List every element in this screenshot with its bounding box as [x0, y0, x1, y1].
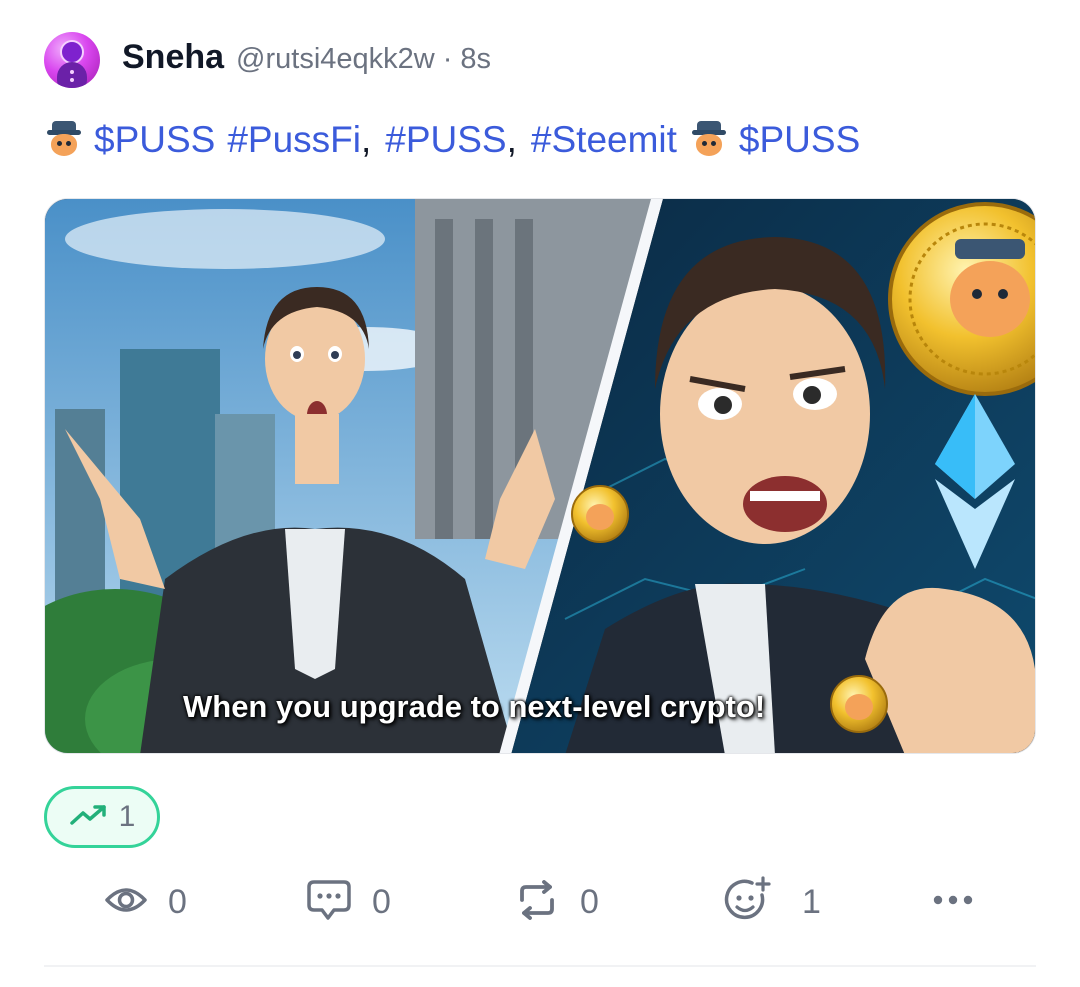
eye-icon: [104, 882, 148, 923]
header-separator: ·: [442, 43, 453, 75]
repost-icon: [514, 879, 560, 925]
views-button[interactable]: 0: [104, 870, 187, 934]
text-comma: ,: [506, 119, 517, 160]
action-bar: 0 0 0 1: [0, 870, 1080, 934]
more-icon: [932, 893, 976, 911]
cat-emoji-icon: [691, 121, 727, 159]
hashtag-pussfi[interactable]: #PussFi: [227, 116, 361, 164]
cashtag-puss[interactable]: $PUSS: [94, 116, 215, 164]
more-button[interactable]: [932, 870, 976, 934]
author-name[interactable]: Sneha: [122, 38, 224, 77]
reposts-count: 0: [580, 882, 599, 921]
cat-emoji-icon: [46, 121, 82, 159]
image-caption: When you upgrade to next-level crypto!: [183, 689, 766, 724]
trend-badge[interactable]: 1: [44, 786, 160, 848]
post-header: Sneha @rutsi4eqkk2w · 8s: [122, 38, 491, 78]
post-timestamp[interactable]: 8s: [460, 43, 491, 76]
hashtag-puss[interactable]: #PUSS: [385, 116, 506, 164]
avatar[interactable]: [44, 32, 100, 88]
hashtag-steemit[interactable]: #Steemit: [531, 116, 677, 164]
post-image[interactable]: When you upgrade to next-level crypto!: [44, 198, 1036, 754]
meme-illustration: [45, 199, 1035, 753]
views-count: 0: [168, 882, 187, 921]
cashtag-puss[interactable]: $PUSS: [739, 116, 860, 164]
post-divider: [44, 965, 1036, 967]
comment-button[interactable]: 0: [306, 870, 391, 934]
reactions-count: 1: [802, 882, 821, 921]
comments-count: 0: [372, 882, 391, 921]
trend-count: 1: [118, 800, 136, 833]
text-comma: ,: [361, 119, 372, 160]
repost-button[interactable]: 0: [514, 870, 599, 934]
trending-up-icon: [69, 803, 109, 832]
reaction-button[interactable]: 1: [722, 870, 821, 934]
post-text: $PUSS #PussFi , #PUSS , #Steemit $PUSS: [44, 116, 860, 164]
add-reaction-icon: [722, 875, 774, 930]
comment-icon: [306, 878, 352, 927]
author-handle[interactable]: @rutsi4eqkk2w: [236, 43, 435, 76]
